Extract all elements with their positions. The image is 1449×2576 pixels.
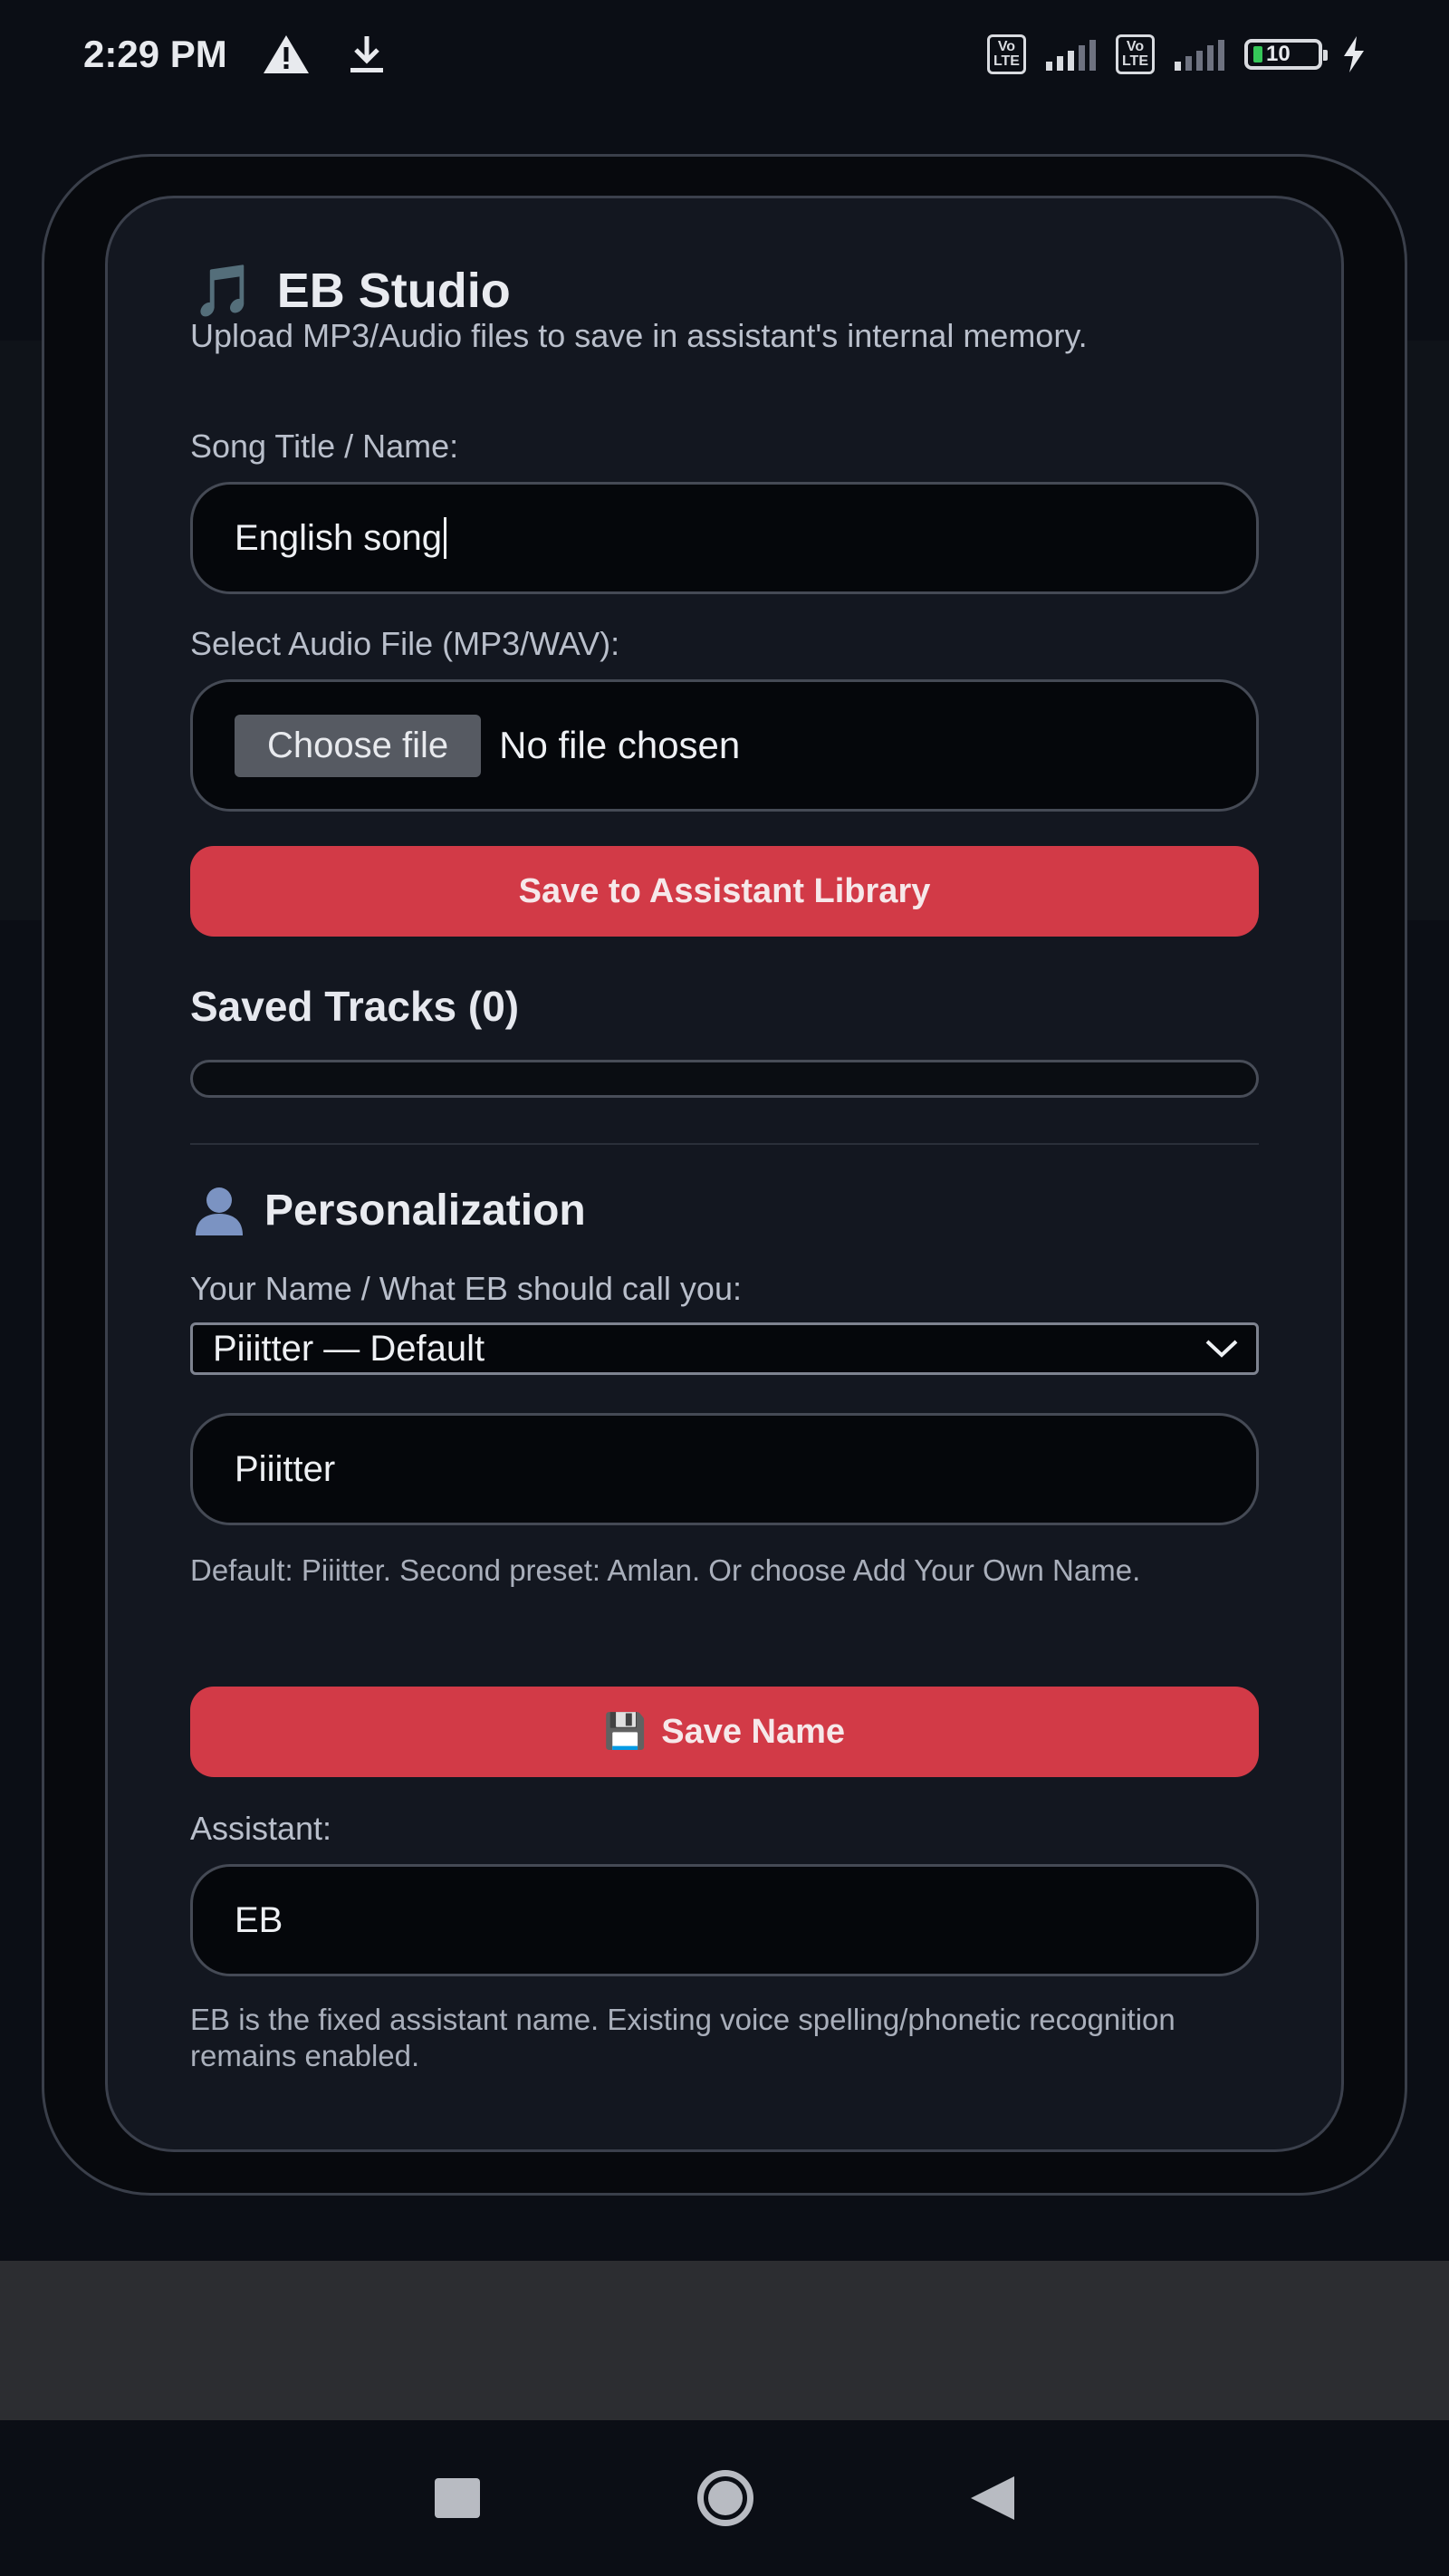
name-label: Your Name / What EB should call you: [190,1270,742,1307]
download-icon [350,36,383,72]
user-icon [196,1187,243,1235]
assistant-value: EB [235,1899,283,1940]
save-name-button[interactable]: 💾 Save Name [190,1687,1259,1777]
signal-bars-2-icon [1175,38,1224,71]
home-button[interactable] [697,2470,753,2526]
home-icon [708,2481,743,2515]
save-to-library-label: Save to Assistant Library [518,871,931,910]
assistant-hint: EB is the fixed assistant name. Existing… [190,2003,1176,2072]
studio-subtitle: Upload MP3/Audio files to save in assist… [190,317,1088,354]
chevron-down-icon [1205,1340,1238,1358]
song-title-value: English song [235,517,443,558]
name-hint: Default: Piiitter. Second preset: Amlan.… [190,1553,1141,1587]
save-to-library-button[interactable]: Save to Assistant Library [190,846,1259,937]
choose-file-button[interactable]: Choose file [235,714,482,777]
audio-file-label: Select Audio File (MP3/WAV): [190,625,620,662]
volte-badge-1: Vo LTE [986,34,1026,74]
saved-tracks-title: Saved Tracks (0) [190,983,520,1030]
studio-title: EB Studio [276,264,511,318]
song-title-label: Song Title / Name: [190,428,459,465]
assistant-label: Assistant: [190,1810,332,1847]
personalization-header: Personalization [192,1185,586,1235]
name-input-value: Piiitter [235,1448,336,1489]
name-select-value: Piiitter — Default [213,1328,485,1369]
app-bottom-strip [0,2261,1449,2420]
assistant-input[interactable]: EB [190,1864,1259,1976]
volte-badge-2: Vo LTE [1115,34,1155,74]
section-divider [190,1143,1259,1145]
saved-tracks-list [190,1060,1259,1098]
song-title-input[interactable]: English song [190,482,1259,594]
system-navigation-bar [0,2420,1449,2576]
audio-file-input[interactable]: Choose file No file chosen [190,679,1259,812]
music-note-icon: 🎵 [192,262,255,319]
floppy-disk-icon: 💾 [603,1713,648,1751]
text-caret [444,517,447,559]
charging-bolt-icon [1344,36,1364,72]
save-name-label: Save Name [661,1712,846,1751]
status-bar: 2:29 PM Vo LTE Vo LTE 10 [0,0,1449,109]
recents-button[interactable] [435,2478,480,2518]
status-time: 2:29 PM [83,33,227,75]
studio-header: 🎵 EB Studio [192,261,511,321]
signal-bars-1-icon [1045,38,1096,71]
warning-icon [263,35,309,73]
back-button[interactable] [971,2476,1014,2520]
battery-level: 10 [1266,42,1291,66]
file-status: No file chosen [499,724,741,766]
name-select[interactable]: Piiitter — Default [190,1322,1259,1375]
name-input[interactable]: Piiitter [190,1413,1259,1525]
battery-icon: 10 [1244,39,1328,70]
personalization-title: Personalization [264,1186,586,1235]
